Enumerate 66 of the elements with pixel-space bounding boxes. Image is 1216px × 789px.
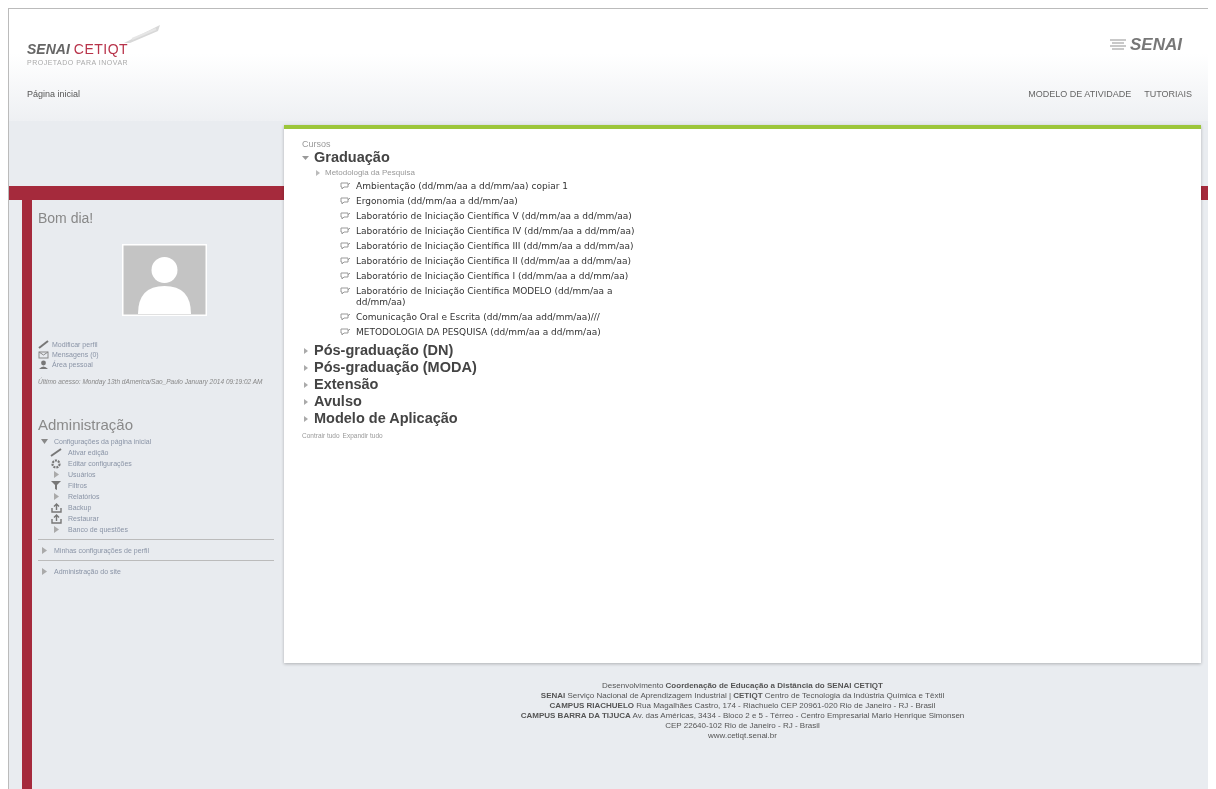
expanded-arrow-icon [302, 155, 309, 160]
gear-icon [51, 458, 61, 469]
footer-text: CAMPUS RIACHUELO Rua Magalhães Castro, 174 - Riachuelo CEP 20961-020 Rio de Janeiro - RJ - Brasil [548, 701, 937, 711]
category-link[interactable]: Graduação [302, 149, 1183, 166]
course-link[interactable]: Laboratório de Iniciação Científica IV (dd/mm/aa a dd/mm/aa) [356, 226, 635, 237]
filter-icon [51, 481, 61, 490]
collapsed-arrow-icon [303, 381, 308, 388]
collapsed-arrow-icon [41, 547, 47, 554]
course-icon [340, 227, 351, 236]
course-icon [340, 257, 351, 266]
category-link[interactable]: Avulso [302, 393, 1183, 410]
course-link[interactable]: Comunicação Oral e Escrita (dd/mm/aa add/mm/aa)/// [356, 312, 600, 323]
stripes-icon [1110, 39, 1127, 51]
user-icon [38, 360, 49, 369]
collapsed-arrow-icon [303, 364, 308, 371]
category-link[interactable]: Pós-graduação (MODA) [302, 359, 1183, 376]
course-icon [340, 197, 351, 206]
nav-link[interactable]: TUTORIAIS [1144, 89, 1192, 99]
logo-brand[interactable]: SENAI [27, 41, 70, 57]
block-title: Bom dia! [38, 210, 95, 226]
course-link[interactable]: Laboratório de Iniciação Científica V (dd/mm/aa a dd/mm/aa) [356, 211, 632, 222]
subcategory-link[interactable]: Metodologia da Pesquisa [316, 166, 1183, 180]
course-icon [340, 242, 351, 251]
collapsed-arrow-icon [53, 493, 59, 500]
course-link[interactable]: Laboratório de Iniciação Científica II (dd/mm/aa a dd/mm/aa) [356, 256, 631, 267]
course-link[interactable]: Laboratório de Iniciação Científica I (dd/mm/aa a dd/mm/aa) [356, 271, 629, 282]
course-icon [340, 182, 351, 191]
nav-link[interactable]: MODELO DE ATIVIDADE [1028, 89, 1132, 99]
section-title: Cursos [302, 139, 332, 149]
logo-swoosh-icon [122, 23, 162, 45]
course-icon [340, 287, 351, 296]
footer-text: SENAI Serviço Nacional de Aprendizagem Industrial | CETIQT Centro de Tecnologia da Indústria Química e Têxtil [539, 691, 946, 701]
collapsed-arrow-icon [41, 568, 47, 575]
course-icon [340, 313, 351, 322]
course-link[interactable]: Ergonomia (dd/mm/aa a dd/mm/aa) [356, 196, 518, 207]
category-link[interactable]: Pós-graduação (DN) [302, 342, 1183, 359]
expanded-arrow-icon [40, 439, 48, 444]
course-icon [340, 212, 351, 221]
partner-logo: SENAI [1130, 35, 1182, 55]
course-link[interactable]: Ambientação (dd/mm/aa a dd/mm/aa) copiar 1 [356, 181, 568, 192]
collapsed-arrow-icon [303, 347, 308, 354]
pencil-icon [50, 448, 62, 457]
category-link[interactable]: Modelo de Aplicação [302, 410, 1183, 427]
logo-sub[interactable]: CETIQT [73, 41, 129, 57]
upload-icon [50, 513, 62, 524]
collapsed-arrow-icon [303, 415, 308, 422]
mail-icon [38, 350, 49, 359]
footer-text: Desenvolvimento Coordenação de Educação a Distância do SENAI CETIQT [601, 681, 884, 691]
collapsed-arrow-icon [303, 398, 308, 405]
upload-icon [50, 502, 62, 513]
footer-text: CEP 22640-102 Rio de Janeiro - RJ - Brasil [664, 721, 821, 731]
course-icon [340, 272, 351, 281]
pencil-icon [38, 340, 49, 349]
breadcrumb-link[interactable]: Página inicial [27, 89, 81, 99]
course-link[interactable]: Laboratório de Iniciação Científica MODELO (dd/mm/aa a dd/mm/aa) [356, 286, 656, 308]
footer-text: www.cetiqt.senai.br [707, 731, 778, 741]
collapsed-arrow-icon [316, 170, 320, 176]
category-link[interactable]: Extensão [302, 376, 1183, 393]
course-link[interactable]: METODOLOGIA DA PESQUISA (dd/mm/aa a dd/mm/aa) [356, 327, 601, 338]
avatar-icon [122, 244, 207, 316]
collapsed-arrow-icon [53, 471, 59, 478]
block-title: Administração [38, 416, 135, 433]
course-link[interactable]: Laboratório de Iniciação Científica III (dd/mm/aa a dd/mm/aa) [356, 241, 634, 252]
course-icon [340, 328, 351, 337]
footer-text: CAMPUS BARRA DA TIJUCA Av. das Américas, 3434 - Bloco 2 e 5 - Térreo - Centro Empresarial Mario Henrique Simonsen [519, 711, 966, 721]
collapsed-arrow-icon [53, 526, 59, 533]
